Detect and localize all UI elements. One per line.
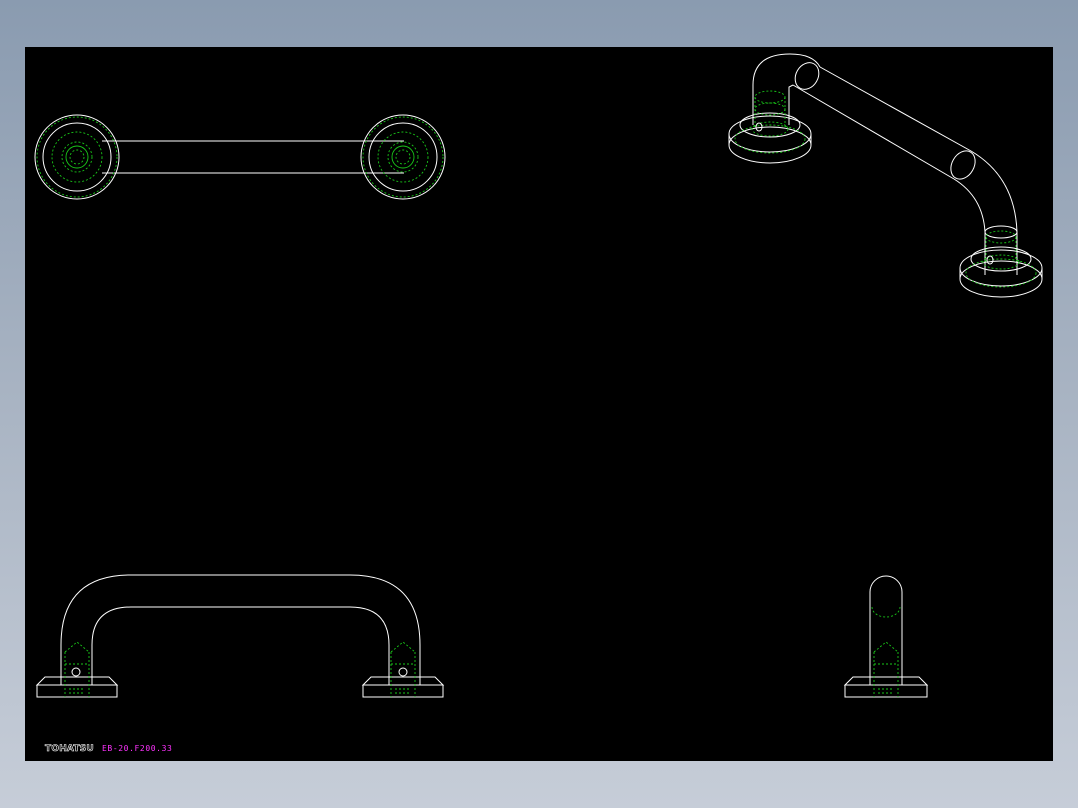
iso-handle-tube [752, 53, 1018, 275]
cad-viewport[interactable]: TOHATSU EB-20.F200.33 [25, 47, 1053, 761]
front-view [35, 574, 445, 698]
left-base-top [34, 114, 120, 200]
left-foot-front [35, 641, 119, 698]
right-base-top [360, 114, 446, 200]
side-tube-profile [869, 575, 903, 685]
brand-logo: TOHATSU [45, 744, 94, 755]
handle-outer-profile [60, 574, 421, 685]
top-view [34, 114, 446, 200]
iso-right-base [959, 230, 1043, 298]
handle-inner-profile [91, 606, 390, 685]
isometric-view [728, 53, 1043, 298]
side-view [843, 575, 929, 698]
right-foot-front [361, 641, 445, 698]
iso-left-base [728, 90, 812, 164]
cad-drawing [34, 53, 1043, 698]
model-number: EB-20.F200.33 [102, 744, 173, 753]
